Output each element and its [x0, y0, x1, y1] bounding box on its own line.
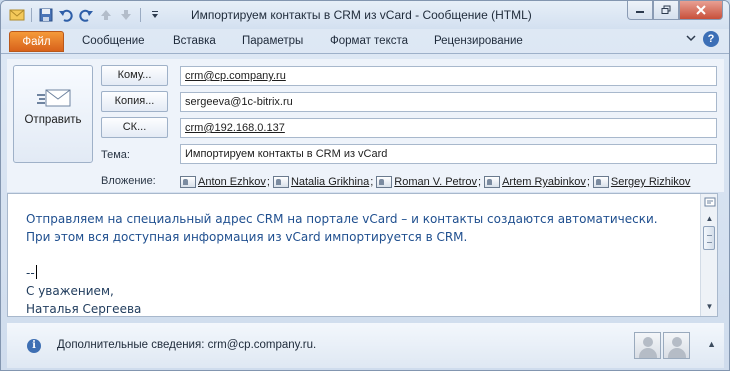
- avatar-head: [643, 337, 653, 347]
- subject-text: Импортируем контакты в CRM из vCard: [185, 148, 388, 160]
- minimize-button[interactable]: [627, 1, 653, 20]
- vcard-icon: [592, 176, 609, 188]
- vcard-icon: [484, 176, 501, 188]
- down-arrow-icon[interactable]: [118, 7, 134, 23]
- expand-ribbon-icon[interactable]: [685, 32, 697, 47]
- vcard-icon: [180, 176, 196, 188]
- quick-access-toolbar: [9, 6, 163, 24]
- subject-field[interactable]: Импортируем контакты в CRM из vCard: [180, 144, 717, 164]
- tab-message[interactable]: Сообщение: [82, 31, 145, 52]
- info-icon: i: [27, 339, 41, 353]
- attachment-name[interactable]: Roman V. Petrov: [394, 172, 477, 192]
- redo-icon[interactable]: [78, 7, 94, 23]
- tab-insert[interactable]: Вставка: [173, 31, 216, 52]
- bcc-recipient[interactable]: crm@192.168.0.137: [185, 122, 285, 134]
- restore-icon: [661, 5, 671, 14]
- save-icon[interactable]: [38, 7, 54, 23]
- message-header: Отправить Кому... crm@cp.company.ru Копи…: [7, 59, 724, 192]
- attachment-name[interactable]: Anton Ezhkov: [198, 172, 266, 192]
- bcc-field[interactable]: crm@192.168.0.137: [180, 118, 717, 138]
- signature-dash-line: --: [26, 264, 696, 282]
- send-label: Отправить: [24, 114, 82, 126]
- attachment-name[interactable]: Sergey Rizhikov: [611, 172, 690, 192]
- attachment-name[interactable]: Natalia Grikhina: [291, 172, 369, 192]
- bcc-button[interactable]: СК...: [101, 117, 168, 138]
- signature-name: Наталья Сергеева: [26, 302, 142, 316]
- attachment-item[interactable]: Roman V. Petrov: [376, 172, 477, 192]
- close-icon: [696, 5, 706, 15]
- send-button[interactable]: Отправить: [13, 65, 93, 163]
- title-bar: Импортируем контакты в CRM из vCard - Со…: [1, 1, 729, 29]
- window-controls: [627, 1, 723, 20]
- vcard-icon: [272, 176, 289, 188]
- attachment-separator: ;: [478, 176, 482, 188]
- scroll-up-icon[interactable]: ▲: [702, 212, 717, 226]
- body-text[interactable]: Отправляем на специальный адрес CRM на п…: [26, 210, 696, 318]
- tab-file[interactable]: Файл: [9, 31, 64, 52]
- to-recipient[interactable]: crm@cp.company.ru: [185, 70, 286, 82]
- outlook-app-icon[interactable]: [9, 7, 25, 23]
- ribbon-divider: [1, 53, 729, 54]
- attachment-item[interactable]: Anton Ezhkov: [180, 172, 266, 192]
- info-text[interactable]: Дополнительные сведения: crm@cp.company.…: [57, 339, 316, 351]
- subject-label: Тема:: [101, 149, 130, 161]
- body-line: При этом вся доступная информация из vCa…: [26, 230, 468, 244]
- send-envelope-icon: [37, 89, 71, 107]
- help-icon[interactable]: ?: [703, 31, 719, 47]
- tab-options[interactable]: Параметры: [242, 31, 303, 52]
- body-line: Отправляем на специальный адрес CRM на п…: [26, 212, 658, 226]
- attachment-separator: ;: [266, 176, 270, 188]
- attachment-separator: ;: [370, 176, 374, 188]
- up-arrow-icon[interactable]: [98, 7, 114, 23]
- tab-format-text[interactable]: Формат текста: [330, 31, 408, 52]
- maximize-button[interactable]: [653, 1, 679, 20]
- signature-greeting: С уважением,: [26, 284, 114, 298]
- scroll-down-icon[interactable]: ▼: [702, 300, 717, 314]
- avatar-body: [668, 348, 686, 358]
- ruler-toggle-icon[interactable]: [702, 196, 717, 210]
- undo-icon[interactable]: [58, 7, 74, 23]
- customize-icon[interactable]: [147, 7, 163, 23]
- attachment-separator: ;: [586, 176, 590, 188]
- to-button[interactable]: Кому...: [101, 65, 168, 86]
- attachment-item[interactable]: Artem Ryabinkov: [484, 172, 586, 192]
- to-field[interactable]: crm@cp.company.ru: [180, 66, 717, 86]
- window-title: Импортируем контакты в CRM из vCard - Со…: [191, 8, 532, 22]
- attachment-item[interactable]: Sergey Rizhikov: [592, 172, 690, 192]
- minimize-icon: [636, 11, 644, 13]
- attachment-name[interactable]: Artem Ryabinkov: [502, 172, 586, 192]
- people-pane-bar: i Дополнительные сведения: crm@cp.compan…: [7, 323, 724, 368]
- avatar-head: [672, 337, 682, 347]
- toolbar-separator: [31, 8, 32, 22]
- ribbon-tabs: Файл Сообщение Вставка Параметры Формат …: [1, 29, 729, 53]
- vcard-icon: [376, 176, 393, 188]
- text-cursor: [35, 265, 37, 279]
- cc-field[interactable]: sergeeva@1c-bitrix.ru: [180, 92, 717, 112]
- signature-dash: --: [26, 266, 35, 280]
- attachment-label: Вложение:: [101, 175, 156, 187]
- attachment-list: Anton Ezhkov; Natalia Grikhina; Roman V.…: [180, 172, 717, 192]
- attachment-item[interactable]: Natalia Grikhina: [272, 172, 369, 192]
- cc-button[interactable]: Копия...: [101, 91, 168, 112]
- message-window: Импортируем контакты в CRM из vCard - Со…: [0, 0, 730, 371]
- scrollbar-thumb[interactable]: [703, 226, 715, 250]
- cc-recipient[interactable]: sergeeva@1c-bitrix.ru: [185, 96, 293, 108]
- message-body[interactable]: Отправляем на специальный адрес CRM на п…: [7, 193, 718, 317]
- toolbar-separator: [140, 8, 141, 22]
- ribbon-controls: ?: [685, 31, 719, 47]
- close-button[interactable]: [679, 1, 723, 20]
- contact-avatar[interactable]: [634, 332, 661, 359]
- vertical-scrollbar[interactable]: ▲ ▼: [700, 194, 717, 316]
- expand-pane-icon[interactable]: ▲: [707, 339, 716, 349]
- contact-avatar[interactable]: [663, 332, 690, 359]
- avatar-body: [639, 348, 657, 358]
- tab-review[interactable]: Рецензирование: [434, 31, 523, 52]
